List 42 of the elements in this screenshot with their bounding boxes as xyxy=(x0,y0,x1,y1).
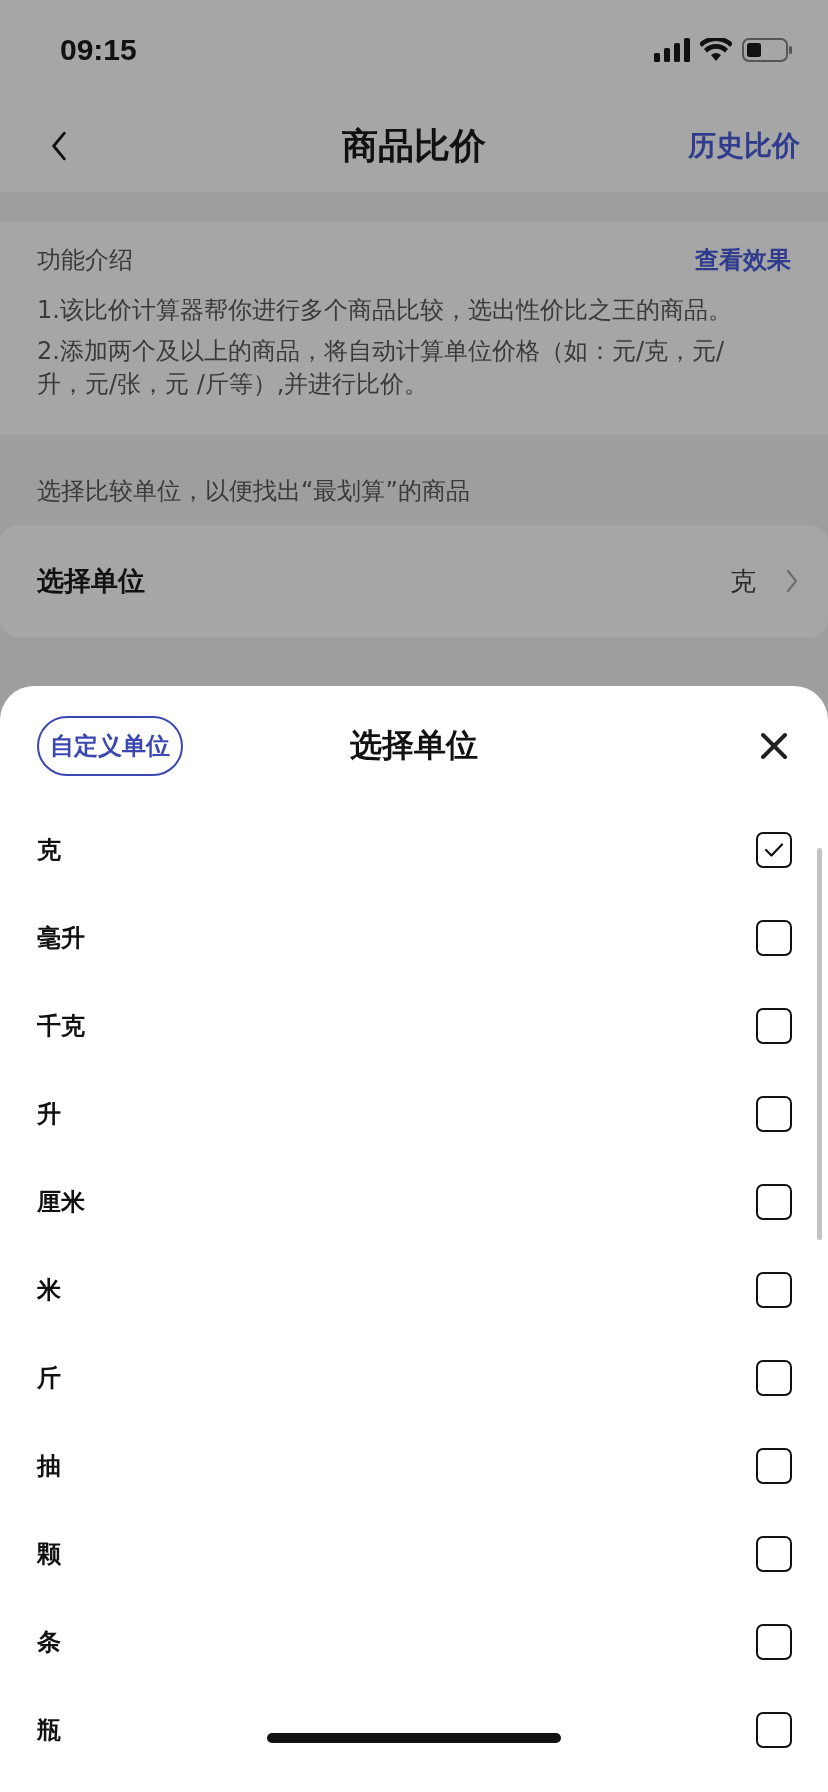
wifi-icon xyxy=(700,38,732,62)
checkbox[interactable] xyxy=(756,1360,792,1396)
checkbox[interactable] xyxy=(756,1272,792,1308)
unit-option[interactable]: 米 xyxy=(37,1274,61,1306)
checkbox[interactable] xyxy=(756,1448,792,1484)
section-title: 功能介绍 xyxy=(37,245,133,276)
unit-value: 克 xyxy=(730,564,756,598)
checkbox[interactable] xyxy=(756,1008,792,1044)
checkbox[interactable] xyxy=(756,1184,792,1220)
clock-time: 09:15 xyxy=(60,33,137,67)
custom-unit-button[interactable]: 自定义单位 xyxy=(37,716,183,776)
unit-option[interactable]: 抽 xyxy=(37,1450,61,1482)
unit-selector-row[interactable]: 选择单位 克 xyxy=(0,525,828,637)
checkbox[interactable] xyxy=(756,1712,792,1748)
unit-option[interactable]: 升 xyxy=(37,1098,61,1130)
chevron-right-icon xyxy=(786,569,798,593)
checkbox[interactable] xyxy=(756,832,792,868)
intro-paragraph: 1.该比价计算器帮你进行多个商品比较，选出性价比之王的商品。 xyxy=(37,295,733,326)
intro-paragraph: 2.添加两个及以上的商品，将自动计算单位价格（如：元/克，元/升，元/张，元 /斤等）,并进行比价。 xyxy=(37,336,726,400)
view-effect-link[interactable]: 查看效果 xyxy=(695,244,791,276)
close-icon xyxy=(760,732,788,760)
history-link[interactable]: 历史比价 xyxy=(688,127,800,165)
unit-option[interactable]: 毫升 xyxy=(37,922,85,954)
sheet-title: 选择单位 xyxy=(350,725,478,766)
unit-option[interactable]: 克 xyxy=(37,834,61,866)
unit-option[interactable]: 千克 xyxy=(37,1010,85,1042)
battery-icon xyxy=(742,38,792,62)
unit-option[interactable]: 厘米 xyxy=(37,1186,85,1218)
unit-option[interactable]: 条 xyxy=(37,1626,61,1658)
check-icon xyxy=(764,842,784,858)
checkbox[interactable] xyxy=(756,1096,792,1132)
unit-option[interactable]: 斤 xyxy=(37,1362,61,1394)
unit-option[interactable]: 瓶 xyxy=(37,1714,61,1746)
checkbox[interactable] xyxy=(756,1624,792,1660)
checkbox[interactable] xyxy=(756,1536,792,1572)
hint-text: 选择比较单位，以便找出“最划算”的商品 xyxy=(36,476,471,507)
page-title: 商品比价 xyxy=(342,123,486,168)
back-icon xyxy=(50,131,68,161)
unit-option[interactable]: 颗 xyxy=(37,1538,61,1570)
signal-icon xyxy=(654,38,690,62)
checkbox[interactable] xyxy=(756,920,792,956)
row-label: 选择单位 xyxy=(37,564,145,598)
